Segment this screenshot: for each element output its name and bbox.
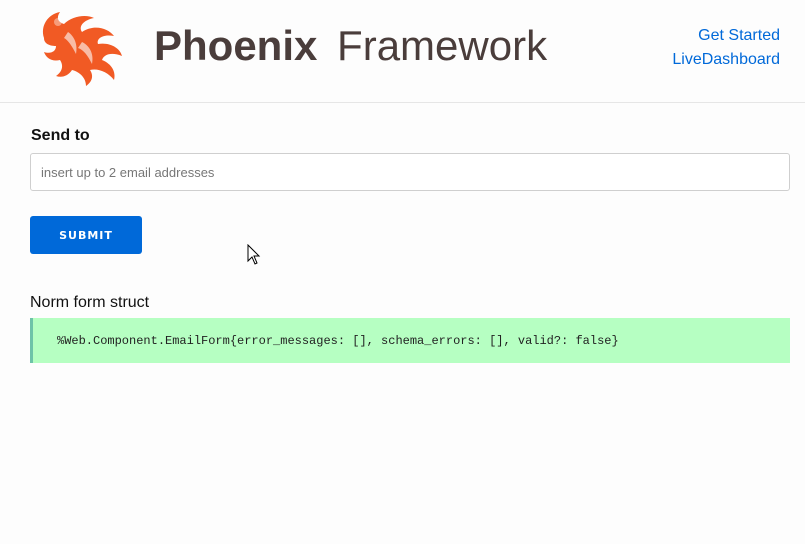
main-content: Send to SUBMIT Norm form struct %Web.Com… bbox=[30, 125, 790, 363]
get-started-link[interactable]: Get Started bbox=[672, 24, 780, 48]
phoenix-logo: Phoenix Framework bbox=[42, 12, 548, 86]
header-nav: Get Started LiveDashboard bbox=[672, 24, 780, 72]
site-header: Phoenix Framework Get Started LiveDashbo… bbox=[0, 0, 805, 103]
brand-bold-text: Phoenix bbox=[154, 22, 318, 69]
brand-light-text: Framework bbox=[337, 22, 548, 69]
struct-code-block: %Web.Component.EmailForm{error_messages:… bbox=[30, 318, 790, 363]
send-to-label: Send to bbox=[31, 127, 90, 144]
svg-text:Phoenix Framework: Phoenix Framework bbox=[154, 22, 548, 69]
live-dashboard-link[interactable]: LiveDashboard bbox=[672, 48, 780, 72]
mouse-pointer-icon bbox=[247, 243, 261, 271]
struct-code-text: %Web.Component.EmailForm{error_messages:… bbox=[57, 333, 619, 348]
submit-button[interactable]: SUBMIT bbox=[30, 216, 142, 254]
email-form: Send to SUBMIT bbox=[30, 127, 790, 254]
struct-title: Norm form struct bbox=[30, 294, 150, 311]
email-input[interactable] bbox=[30, 153, 790, 191]
phoenix-logo-link[interactable]: Phoenix Framework bbox=[38, 8, 578, 88]
phoenix-bird-icon bbox=[42, 12, 122, 86]
